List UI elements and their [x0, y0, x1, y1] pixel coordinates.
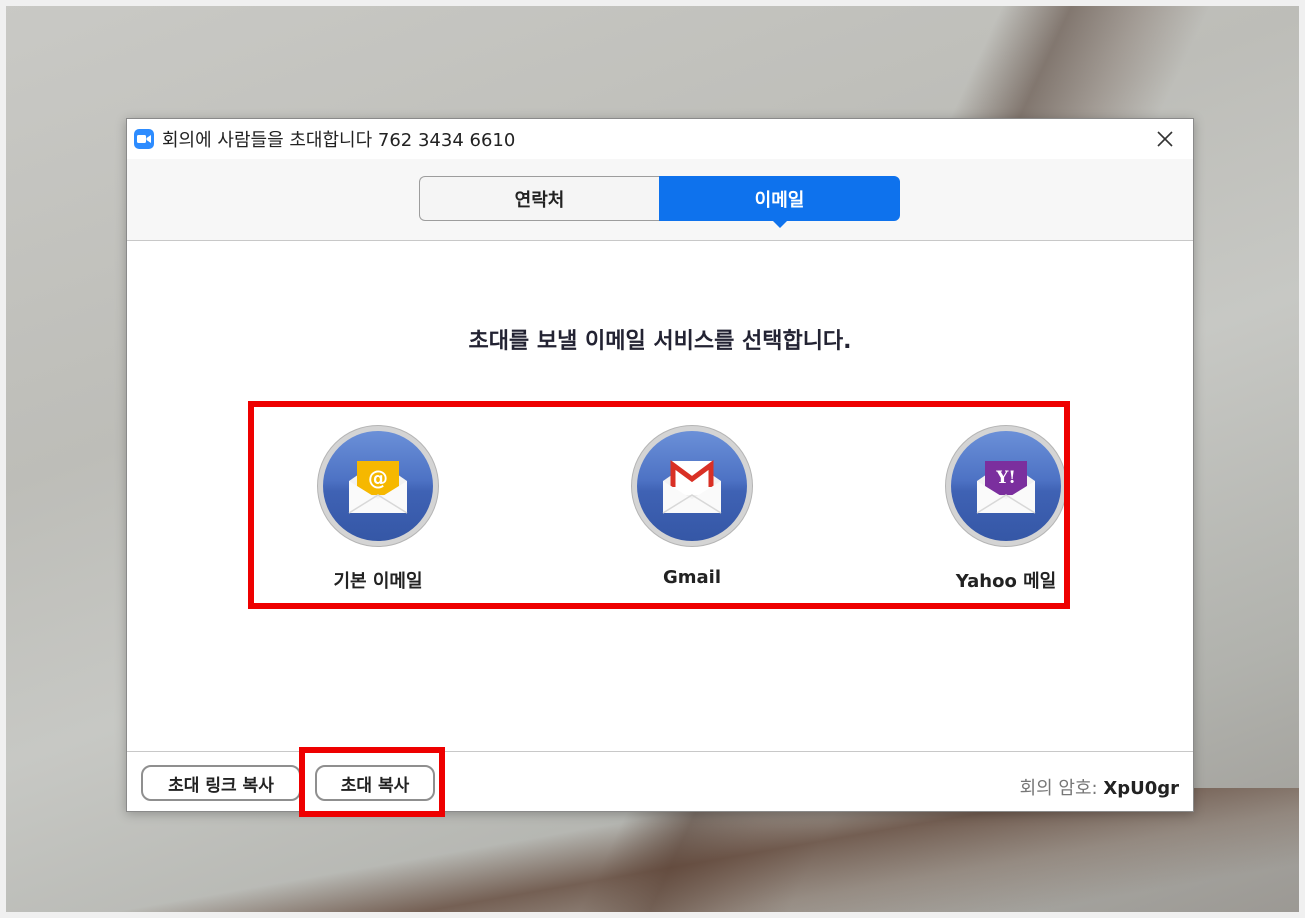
title-bar[interactable]: 회의에 사람들을 초대합니다 762 3434 6610: [127, 119, 1193, 159]
gmail-label: Gmail: [662, 567, 722, 588]
tab-bar: 연락처 이메일: [127, 159, 1193, 241]
yahoo-mail-option[interactable]: Y! Yahoo 메일: [916, 425, 1096, 592]
yahoo-mail-label: Yahoo 메일: [955, 571, 1057, 592]
email-service-list: @ 기본 이메일 Gmail Y! Yahoo 메일: [252, 405, 1070, 607]
gmail-option[interactable]: Gmail: [602, 425, 782, 588]
close-button[interactable]: [1151, 125, 1179, 153]
copy-invitation-button[interactable]: 초대 복사: [315, 765, 435, 801]
svg-text:@: @: [368, 466, 388, 490]
invite-dialog: 회의에 사람들을 초대합니다 762 3434 6610 연락처 이메일 초대를…: [126, 118, 1194, 812]
meeting-password: 회의 암호: XpU0gr: [1020, 774, 1179, 800]
gmail-icon: [662, 460, 722, 514]
yahoo-mail-badge: Y!: [945, 425, 1067, 547]
tab-switcher: 연락처 이메일: [419, 176, 900, 228]
copy-invite-link-button[interactable]: 초대 링크 복사: [141, 765, 301, 801]
meeting-password-label: 회의 암호:: [1019, 778, 1104, 799]
tab-contacts[interactable]: 연락처: [419, 176, 659, 221]
dialog-footer: 초대 링크 복사 초대 복사 회의 암호: XpU0gr: [127, 751, 1193, 811]
default-email-option[interactable]: @ 기본 이메일: [288, 425, 468, 592]
default-mail-icon: @: [348, 461, 408, 514]
tab-email[interactable]: 이메일: [659, 176, 900, 228]
meeting-password-value: XpU0gr: [1103, 778, 1179, 799]
default-email-badge: @: [317, 425, 439, 547]
yahoo-mail-icon: Y!: [976, 461, 1036, 514]
default-email-label: 기본 이메일: [333, 571, 423, 592]
email-service-prompt: 초대를 보낼 이메일 서비스를 선택합니다.: [468, 329, 852, 354]
zoom-app-icon: [134, 129, 154, 149]
window-title: 회의에 사람들을 초대합니다 762 3434 6610: [162, 130, 516, 151]
gmail-badge: [631, 425, 753, 547]
close-icon: [1157, 131, 1173, 147]
svg-text:Y!: Y!: [995, 468, 1016, 488]
